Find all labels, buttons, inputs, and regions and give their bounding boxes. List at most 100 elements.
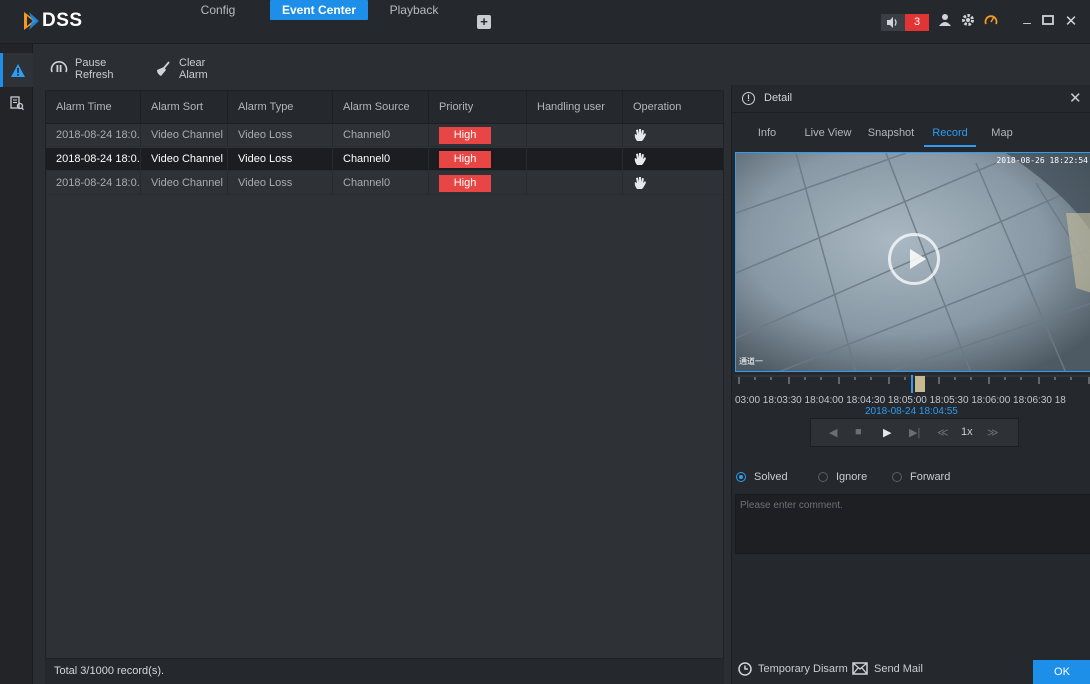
cell-alarm-time: 2018-08-24 18:0... xyxy=(46,172,141,195)
alarm-sound-icon[interactable] xyxy=(881,14,905,31)
cell-alarm-sort: Video Channel xyxy=(141,148,228,171)
tab-live-view[interactable]: Live View xyxy=(802,123,854,147)
logo-icon xyxy=(22,10,40,32)
radio-ignore[interactable]: Ignore xyxy=(818,468,867,486)
cell-priority: High xyxy=(429,124,527,147)
clear-alarm-label: Clear Alarm xyxy=(179,57,208,81)
left-rail xyxy=(0,44,33,684)
col-alarm-sort[interactable]: Alarm Sort xyxy=(141,91,228,124)
col-alarm-source[interactable]: Alarm Source xyxy=(333,91,429,124)
performance-gauge-icon[interactable] xyxy=(983,13,999,31)
radio-forward-label: Forward xyxy=(910,471,951,483)
tab-snapshot[interactable]: Snapshot xyxy=(866,123,916,147)
cell-alarm-time: 2018-08-24 18:0... xyxy=(46,148,141,171)
record-timeline[interactable]: 03:00 18:03:30 18:04:00 18:04:30 18:05:0… xyxy=(735,375,1090,417)
cell-alarm-type: Video Loss xyxy=(228,172,333,195)
close-detail-icon[interactable]: ✕ xyxy=(1069,89,1082,107)
radio-forward-dot xyxy=(892,472,902,482)
speed-up-icon[interactable]: ≫ xyxy=(987,426,999,439)
radio-solved-label: Solved xyxy=(754,471,788,483)
cell-alarm-source: Channel0 xyxy=(333,148,429,171)
temporary-disarm-label: Temporary Disarm xyxy=(758,663,848,675)
mail-icon xyxy=(852,662,868,675)
timeline-labels: 03:00 18:03:30 18:04:00 18:04:30 18:05:0… xyxy=(735,395,1066,406)
nav-event-center[interactable]: Event Center xyxy=(270,0,368,20)
col-alarm-type[interactable]: Alarm Type xyxy=(228,91,333,124)
cell-alarm-sort: Video Channel xyxy=(141,172,228,195)
col-alarm-time[interactable]: Alarm Time xyxy=(46,91,141,124)
handle-hand-icon[interactable] xyxy=(633,152,647,166)
settings-gear-icon[interactable] xyxy=(960,13,976,31)
table-footer: Total 3/1000 record(s). xyxy=(45,659,724,684)
record-count: Total 3/1000 record(s). xyxy=(54,665,165,677)
cell-alarm-type: Video Loss xyxy=(228,124,333,147)
pause-refresh-label: Pause Refresh xyxy=(75,57,114,81)
ok-button[interactable]: OK xyxy=(1033,660,1090,684)
cell-alarm-source: Channel0 xyxy=(333,124,429,147)
next-frame-icon[interactable]: ▶| xyxy=(909,426,920,439)
minimize-icon[interactable]: – xyxy=(1019,13,1035,31)
nav-config[interactable]: Config xyxy=(196,0,240,20)
cell-alarm-time: 2018-08-24 18:0... xyxy=(46,124,141,147)
send-mail-button[interactable]: Send Mail xyxy=(852,662,923,675)
timeline-current-time: 2018-08-24 18:04:55 xyxy=(865,406,958,417)
table-row[interactable]: 2018-08-24 18:0... Video Channel Video L… xyxy=(46,148,723,171)
priority-badge: High xyxy=(439,127,491,144)
info-icon: ! xyxy=(742,92,755,105)
cell-handling-user xyxy=(527,148,623,171)
table-row[interactable]: 2018-08-24 18:0... Video Channel Video L… xyxy=(46,124,723,147)
detail-footer: Temporary Disarm Send Mail OK xyxy=(732,660,1090,684)
clock-icon xyxy=(738,662,752,676)
playback-controls: ◀ ■ ▶ ▶| ≪ 1x ≫ xyxy=(810,418,1019,447)
alarm-count-badge[interactable]: 3 xyxy=(905,14,929,31)
tab-record[interactable]: Record xyxy=(924,123,976,147)
logo: DSS xyxy=(22,9,83,33)
user-icon[interactable] xyxy=(937,13,953,31)
speed-indicator: 1x xyxy=(961,426,973,438)
handle-hand-icon[interactable] xyxy=(633,128,647,142)
col-priority[interactable]: Priority xyxy=(429,91,527,124)
rail-alarm-icon[interactable] xyxy=(0,53,33,87)
stop-icon[interactable]: ■ xyxy=(855,426,862,438)
pause-refresh-button[interactable]: Pause Refresh xyxy=(49,56,114,82)
record-video-player[interactable]: 2018-08-26 18:22:54 通道一 xyxy=(735,152,1090,372)
video-channel-name: 通道一 xyxy=(739,357,763,366)
detail-tabs: Info Live View Snapshot Record Map xyxy=(732,123,1090,147)
priority-badge: High xyxy=(439,151,491,168)
detail-title: Detail xyxy=(764,92,793,104)
radio-ignore-dot xyxy=(818,472,828,482)
radio-solved[interactable]: Solved xyxy=(736,468,788,486)
maximize-icon[interactable] xyxy=(1040,13,1056,31)
comment-input[interactable]: Please enter comment. xyxy=(735,494,1090,554)
col-operation[interactable]: Operation xyxy=(623,91,723,124)
pause-icon xyxy=(49,59,69,79)
play-overlay-icon[interactable] xyxy=(888,233,940,285)
logo-text: DSS xyxy=(42,10,83,31)
top-bar: DSS Config Event Center Playback + 3 – ✕ xyxy=(0,0,1090,44)
play-icon[interactable]: ▶ xyxy=(883,426,891,439)
cell-alarm-sort: Video Channel xyxy=(141,124,228,147)
slow-down-icon[interactable]: ≪ xyxy=(937,426,949,439)
broom-icon xyxy=(155,61,173,77)
cell-operation xyxy=(623,124,723,147)
priority-badge: High xyxy=(439,175,491,192)
cell-alarm-type: Video Loss xyxy=(228,148,333,171)
table-row[interactable]: 2018-08-24 18:0... Video Channel Video L… xyxy=(46,172,723,195)
add-tab-icon[interactable]: + xyxy=(477,15,491,29)
close-window-icon[interactable]: ✕ xyxy=(1063,13,1079,31)
detail-header: ! Detail ✕ xyxy=(732,85,1090,113)
rail-search-record-icon[interactable] xyxy=(0,86,33,120)
tab-map[interactable]: Map xyxy=(987,123,1017,147)
temporary-disarm-button[interactable]: Temporary Disarm xyxy=(738,662,848,676)
prev-frame-icon[interactable]: ◀ xyxy=(829,426,837,439)
radio-forward[interactable]: Forward xyxy=(892,468,950,486)
tab-info[interactable]: Info xyxy=(750,123,784,147)
cell-priority: High xyxy=(429,148,527,171)
cell-alarm-source: Channel0 xyxy=(333,172,429,195)
nav-playback[interactable]: Playback xyxy=(385,0,443,20)
clear-alarm-button[interactable]: Clear Alarm xyxy=(155,56,208,82)
detail-panel: ! Detail ✕ Info Live View Snapshot Recor… xyxy=(731,85,1090,684)
handle-hand-icon[interactable] xyxy=(633,176,647,190)
cell-operation xyxy=(623,172,723,195)
col-handling-user[interactable]: Handling user xyxy=(527,91,623,124)
